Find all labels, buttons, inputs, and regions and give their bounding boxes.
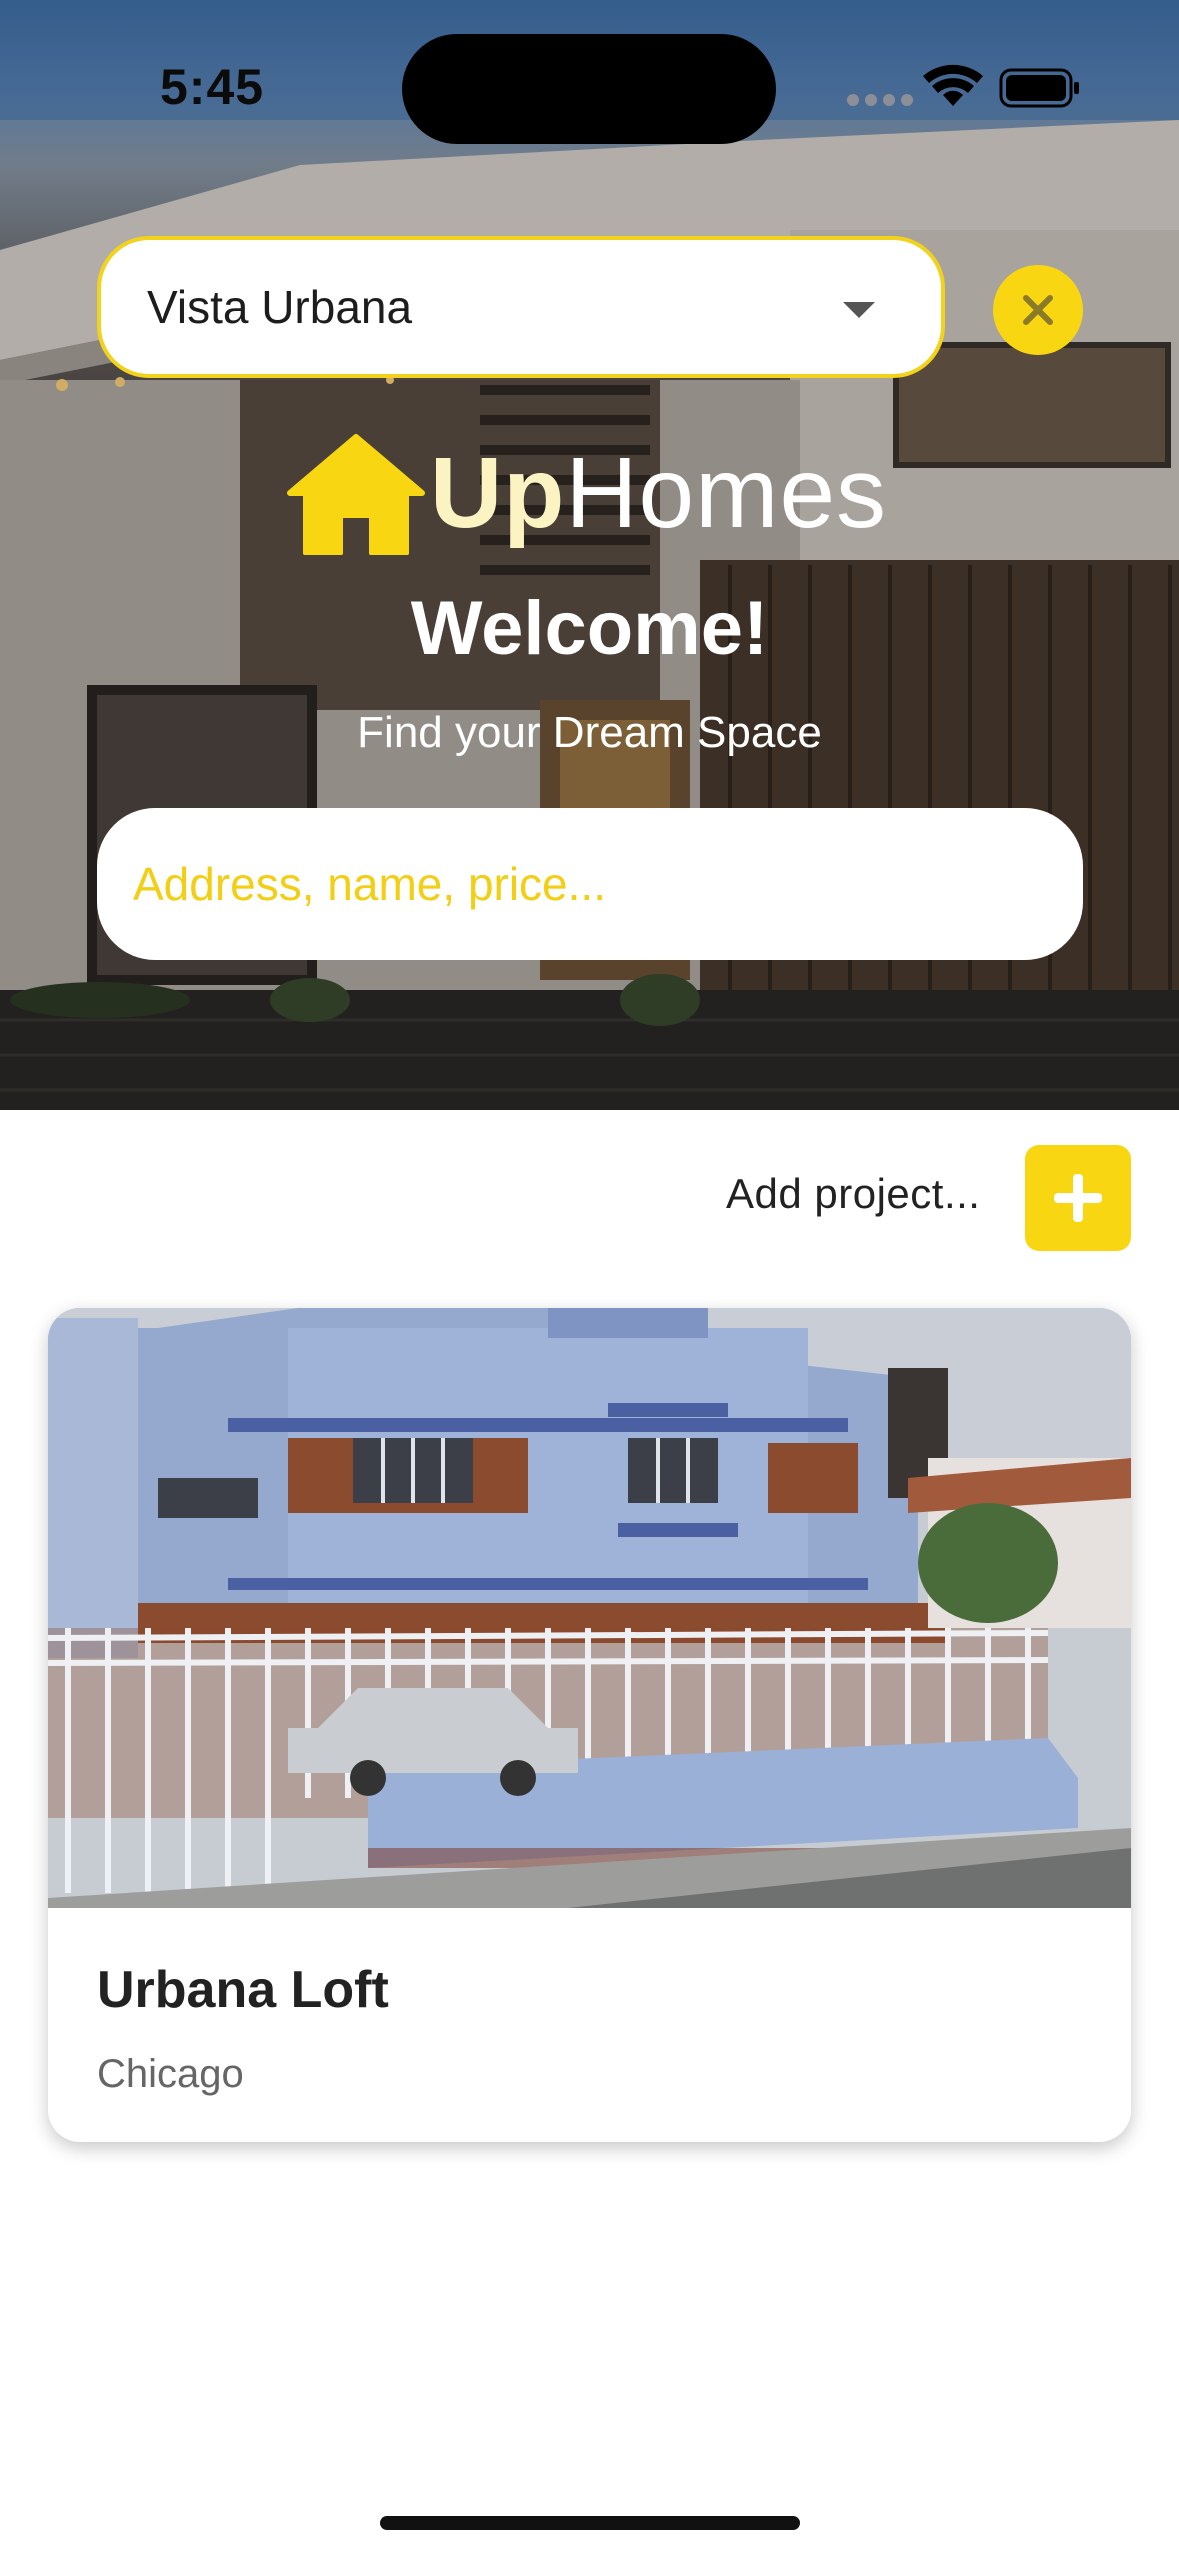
status-time: 5:45 bbox=[160, 59, 265, 115]
project-card[interactable]: Urbana Loft Chicago bbox=[48, 1308, 1131, 2142]
project-photo bbox=[48, 1308, 1131, 1908]
app-logo: UpHomes bbox=[286, 428, 887, 558]
hero-banner: 5:45 Vista Urbana UpHomes Welcome! Find … bbox=[0, 0, 1179, 1110]
welcome-heading: Welcome! bbox=[410, 586, 769, 671]
search-bar[interactable] bbox=[97, 808, 1083, 960]
project-card-title: Urbana Loft bbox=[97, 1961, 389, 2019]
project-selector-value: Vista Urbana bbox=[147, 281, 413, 333]
battery-icon bbox=[999, 68, 1079, 108]
caret-down-icon bbox=[843, 302, 875, 318]
search-input[interactable] bbox=[133, 857, 1083, 911]
wifi-icon bbox=[923, 64, 983, 106]
logo-text-up: Up bbox=[430, 437, 566, 549]
close-icon bbox=[1023, 295, 1053, 325]
dynamic-island bbox=[402, 34, 776, 144]
signal-dots-icon bbox=[847, 94, 913, 106]
house-icon bbox=[287, 434, 425, 555]
project-card-location: Chicago bbox=[97, 2052, 244, 2096]
add-project-label[interactable]: Add project... bbox=[726, 1170, 980, 1218]
logo-text-homes: Homes bbox=[565, 437, 888, 549]
home-indicator[interactable] bbox=[380, 2516, 800, 2530]
tagline: Find your Dream Space bbox=[357, 708, 822, 757]
add-project-button[interactable] bbox=[1025, 1145, 1131, 1251]
project-selector-dropdown[interactable]: Vista Urbana bbox=[97, 236, 945, 378]
plus-icon bbox=[1054, 1174, 1102, 1222]
clear-selection-button[interactable] bbox=[993, 265, 1083, 355]
status-icons bbox=[847, 64, 1079, 108]
